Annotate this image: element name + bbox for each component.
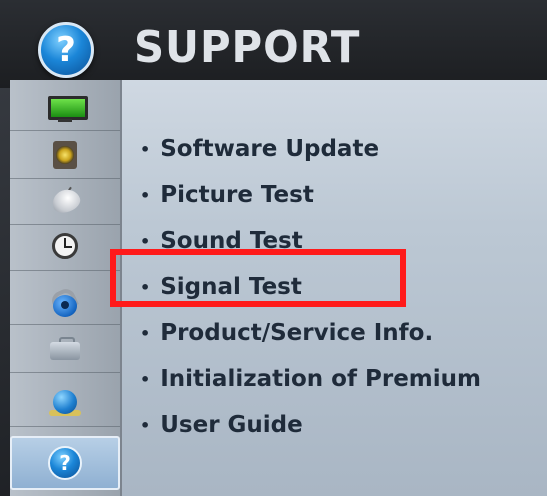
sidebar-item-lock[interactable]	[10, 278, 120, 325]
bullet: •	[140, 231, 151, 251]
menu-item-picture-test[interactable]: • Picture Test	[140, 172, 481, 218]
network-globe-icon	[44, 386, 86, 420]
header-bar: ? SUPPORT	[0, 0, 547, 88]
page-title: SUPPORT	[134, 22, 361, 73]
sidebar-item-channel[interactable]	[10, 178, 120, 225]
bullet: •	[140, 415, 151, 435]
tv-screen: ? SUPPORT ? • Software Update • Picture …	[0, 0, 547, 496]
bullet: •	[140, 369, 151, 389]
help-icon: ?	[38, 22, 94, 78]
lock-icon	[44, 284, 86, 318]
menu-item-user-guide[interactable]: • User Guide	[140, 402, 481, 448]
menu-item-label: Software Update	[160, 136, 380, 162]
sidebar-item-network[interactable]	[10, 380, 120, 427]
menu-item-product-service-info[interactable]: • Product/Service Info.	[140, 310, 481, 356]
menu-item-label: Initialization of Premium	[160, 366, 481, 392]
menu-item-label: Picture Test	[160, 182, 314, 208]
menu-item-initialization-of-premium[interactable]: • Initialization of Premium	[140, 356, 481, 402]
help-icon-glyph: ?	[56, 30, 76, 70]
speaker-icon	[44, 138, 86, 172]
tv-icon	[44, 90, 88, 124]
help-icon: ?	[48, 446, 82, 480]
satellite-dish-icon	[44, 184, 86, 218]
sidebar: ?	[10, 80, 122, 496]
sidebar-item-audio[interactable]	[10, 132, 120, 179]
bullet: •	[140, 323, 151, 343]
toolbox-icon	[44, 332, 86, 366]
menu-item-label: Product/Service Info.	[160, 320, 434, 346]
clock-icon	[44, 230, 86, 264]
sidebar-item-support[interactable]: ?	[10, 436, 120, 490]
help-icon-glyph: ?	[59, 451, 71, 475]
sidebar-item-time[interactable]	[10, 224, 120, 271]
menu-item-software-update[interactable]: • Software Update	[140, 126, 481, 172]
highlight-box	[110, 249, 406, 307]
bullet: •	[140, 139, 151, 159]
bullet: •	[140, 185, 151, 205]
sidebar-item-option[interactable]	[10, 326, 120, 373]
menu-item-label: User Guide	[160, 412, 303, 438]
sidebar-item-picture[interactable]	[10, 84, 120, 131]
